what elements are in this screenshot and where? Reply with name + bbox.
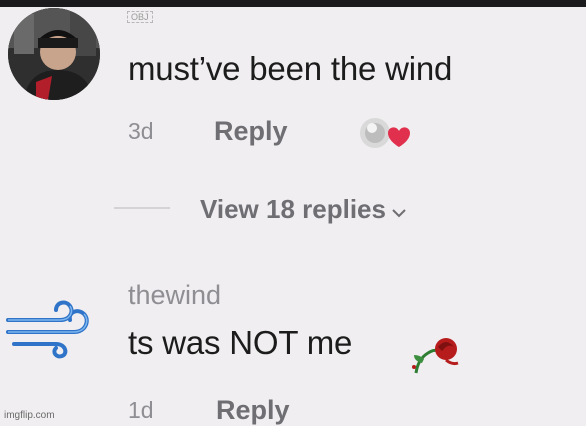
username[interactable]: thewind [128,280,221,311]
rose-emoji [408,333,466,375]
heart-icon [360,118,410,148]
comment-1: OBJ must’ve been the wind 3d Reply View … [0,0,586,250]
avatar[interactable] [8,8,100,100]
replies-divider [114,207,170,209]
comment-2: thewind ts was NOT me 1d Reply [0,255,586,426]
person-avatar-icon [8,8,100,100]
wind-icon [6,300,89,359]
wilted-rose-icon [412,338,459,374]
reply-button[interactable]: Reply [216,395,290,426]
comment-text: must’ve been the wind [128,50,453,87]
comment-age: 3d [128,118,154,144]
reply-button[interactable]: Reply [214,116,288,147]
username-badge: OBJ [127,11,153,23]
chevron-down-icon [392,194,406,225]
view-replies-button[interactable]: View 18 replies [200,194,406,225]
view-replies-label: View 18 replies [200,194,386,224]
comment-age: 1d [128,397,154,423]
comment-text: ts was NOT me [128,324,353,361]
wind-avatar[interactable] [4,298,96,360]
watermark: imgflip.com [4,410,55,421]
like-button[interactable] [358,111,416,157]
